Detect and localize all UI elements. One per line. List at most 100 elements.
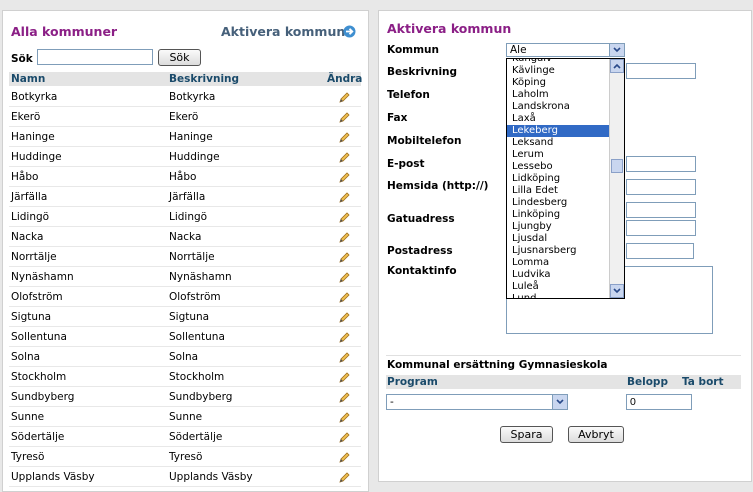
row-name: Sunne	[11, 411, 45, 423]
pencil-icon[interactable]	[339, 472, 350, 483]
epost-input[interactable]	[626, 156, 696, 172]
dropdown-option[interactable]: Lerum	[507, 149, 610, 161]
pencil-icon[interactable]	[339, 272, 350, 283]
dropdown-option[interactable]: Lindesberg	[507, 197, 610, 209]
hemsida-input[interactable]	[626, 179, 696, 195]
program-select[interactable]: -	[386, 394, 568, 410]
dropdown-option[interactable]: Lessebo	[507, 161, 610, 173]
pencil-icon[interactable]	[339, 112, 350, 123]
table-row: Ekerö Ekerö	[9, 108, 361, 127]
pencil-icon[interactable]	[339, 252, 350, 263]
dropdown-option[interactable]: Laxå	[507, 113, 610, 125]
dropdown-option[interactable]: Luleå	[507, 281, 610, 293]
search-input[interactable]	[37, 49, 153, 65]
row-name: Södertälje	[11, 431, 65, 443]
scrollbar-thumb[interactable]	[611, 159, 623, 173]
dropdown-option[interactable]: Lund	[507, 293, 610, 298]
pencil-icon[interactable]	[339, 292, 350, 303]
postadress-input[interactable]	[626, 243, 694, 259]
row-name: Järfälla	[11, 191, 48, 203]
pencil-icon[interactable]	[339, 312, 350, 323]
row-description: Haninge	[169, 131, 213, 143]
pencil-icon[interactable]	[339, 432, 350, 443]
row-name: Håbo	[11, 171, 39, 183]
search-button[interactable]: Sök	[158, 49, 201, 66]
pencil-icon[interactable]	[339, 192, 350, 203]
row-description: Upplands Väsby	[169, 471, 253, 483]
arrow-right-icon[interactable]	[343, 25, 356, 38]
pencil-icon[interactable]	[339, 352, 350, 363]
label-telefon: Telefon	[387, 89, 430, 101]
kommun-dropdown-list[interactable]: Kungälv Kävlinge Köping Laholm Landskrona Lax…	[506, 58, 625, 299]
kommun-select-value: Ale	[510, 44, 527, 56]
pencil-icon[interactable]	[339, 132, 350, 143]
chevron-up-icon[interactable]	[610, 59, 624, 73]
chevron-down-icon[interactable]	[552, 395, 567, 409]
label-epost: E-post	[387, 158, 425, 170]
pencil-icon[interactable]	[339, 232, 350, 243]
row-name: Huddinge	[11, 151, 62, 163]
search-label: Sök	[11, 53, 33, 65]
row-description: Norrtälje	[169, 251, 215, 263]
row-name: Upplands Väsby	[11, 471, 95, 483]
pencil-icon[interactable]	[339, 392, 350, 403]
dropdown-option[interactable]: Lidköping	[507, 173, 610, 185]
dropdown-option[interactable]: Leksand	[507, 137, 610, 149]
column-header-edit: Ändra	[327, 73, 363, 85]
dropdown-option[interactable]: Ljusnarsberg	[507, 245, 610, 257]
row-name: Haninge	[11, 131, 55, 143]
pencil-icon[interactable]	[339, 372, 350, 383]
dropdown-option[interactable]: Ljusdal	[507, 233, 610, 245]
dropdown-option[interactable]: Ludvika	[507, 269, 610, 281]
row-description: Sundbyberg	[169, 391, 233, 403]
column-header-name[interactable]: Namn	[11, 73, 45, 85]
dropdown-scrollbar[interactable]	[609, 59, 624, 298]
table-row: Upplands Väsby Upplands Väsby	[9, 468, 361, 487]
gatuadress-input-2[interactable]	[626, 220, 696, 236]
dropdown-option[interactable]: Linköping	[507, 209, 610, 221]
label-mobiltelefon: Mobiltelefon	[387, 135, 462, 147]
dropdown-option[interactable]: Kävlinge	[507, 65, 610, 77]
pencil-icon[interactable]	[339, 412, 350, 423]
row-description: Stockholm	[169, 371, 225, 383]
dropdown-option[interactable]: Köping	[507, 77, 610, 89]
kommun-select[interactable]: Ale	[506, 43, 625, 57]
activate-municipality-link[interactable]: Aktivera kommun	[221, 24, 345, 39]
panel-title: Aktivera kommun	[387, 21, 512, 36]
row-name: Stockholm	[11, 371, 67, 383]
pencil-icon[interactable]	[339, 452, 350, 463]
dropdown-option[interactable]: Kungälv	[507, 59, 610, 65]
row-description: Sigtuna	[169, 311, 210, 323]
dropdown-option[interactable]: Laholm	[507, 89, 610, 101]
pencil-icon[interactable]	[339, 172, 350, 183]
column-header-description[interactable]: Beskrivning	[169, 73, 239, 85]
chevron-down-icon[interactable]	[609, 44, 624, 56]
label-gatuadress: Gatuadress	[387, 213, 455, 225]
dropdown-option[interactable]: Lilla Edet	[507, 185, 610, 197]
table-row: Stockholm Stockholm	[9, 368, 361, 387]
row-description: Ekerö	[169, 111, 199, 123]
pencil-icon[interactable]	[339, 92, 350, 103]
chevron-down-icon[interactable]	[610, 284, 624, 298]
save-button[interactable]: Spara	[500, 426, 553, 443]
dropdown-option[interactable]: Lomma	[507, 257, 610, 269]
dropdown-option[interactable]: Landskrona	[507, 101, 610, 113]
table-row: Nacka Nacka	[9, 228, 361, 247]
pencil-icon[interactable]	[339, 332, 350, 343]
row-name: Ekerö	[11, 111, 41, 123]
beskrivning-input[interactable]	[626, 63, 696, 79]
row-description: Botkyrka	[169, 91, 216, 103]
dropdown-option[interactable]: Lekeberg	[507, 125, 610, 137]
row-description: Nynäshamn	[169, 271, 232, 283]
table-row: Haninge Haninge	[9, 128, 361, 147]
pencil-icon[interactable]	[339, 152, 350, 163]
cancel-button[interactable]: Avbryt	[568, 426, 624, 443]
pencil-icon[interactable]	[339, 212, 350, 223]
table-row: Sundbyberg Sundbyberg	[9, 388, 361, 407]
dropdown-option[interactable]: Ljungby	[507, 221, 610, 233]
belopp-input[interactable]	[626, 394, 692, 410]
gatuadress-input-1[interactable]	[626, 202, 696, 218]
gymnasieskola-title: Kommunal ersättning Gymnasieskola	[387, 359, 608, 371]
panel-title: Alla kommuner	[11, 24, 118, 39]
table-row: Huddinge Huddinge	[9, 148, 361, 167]
